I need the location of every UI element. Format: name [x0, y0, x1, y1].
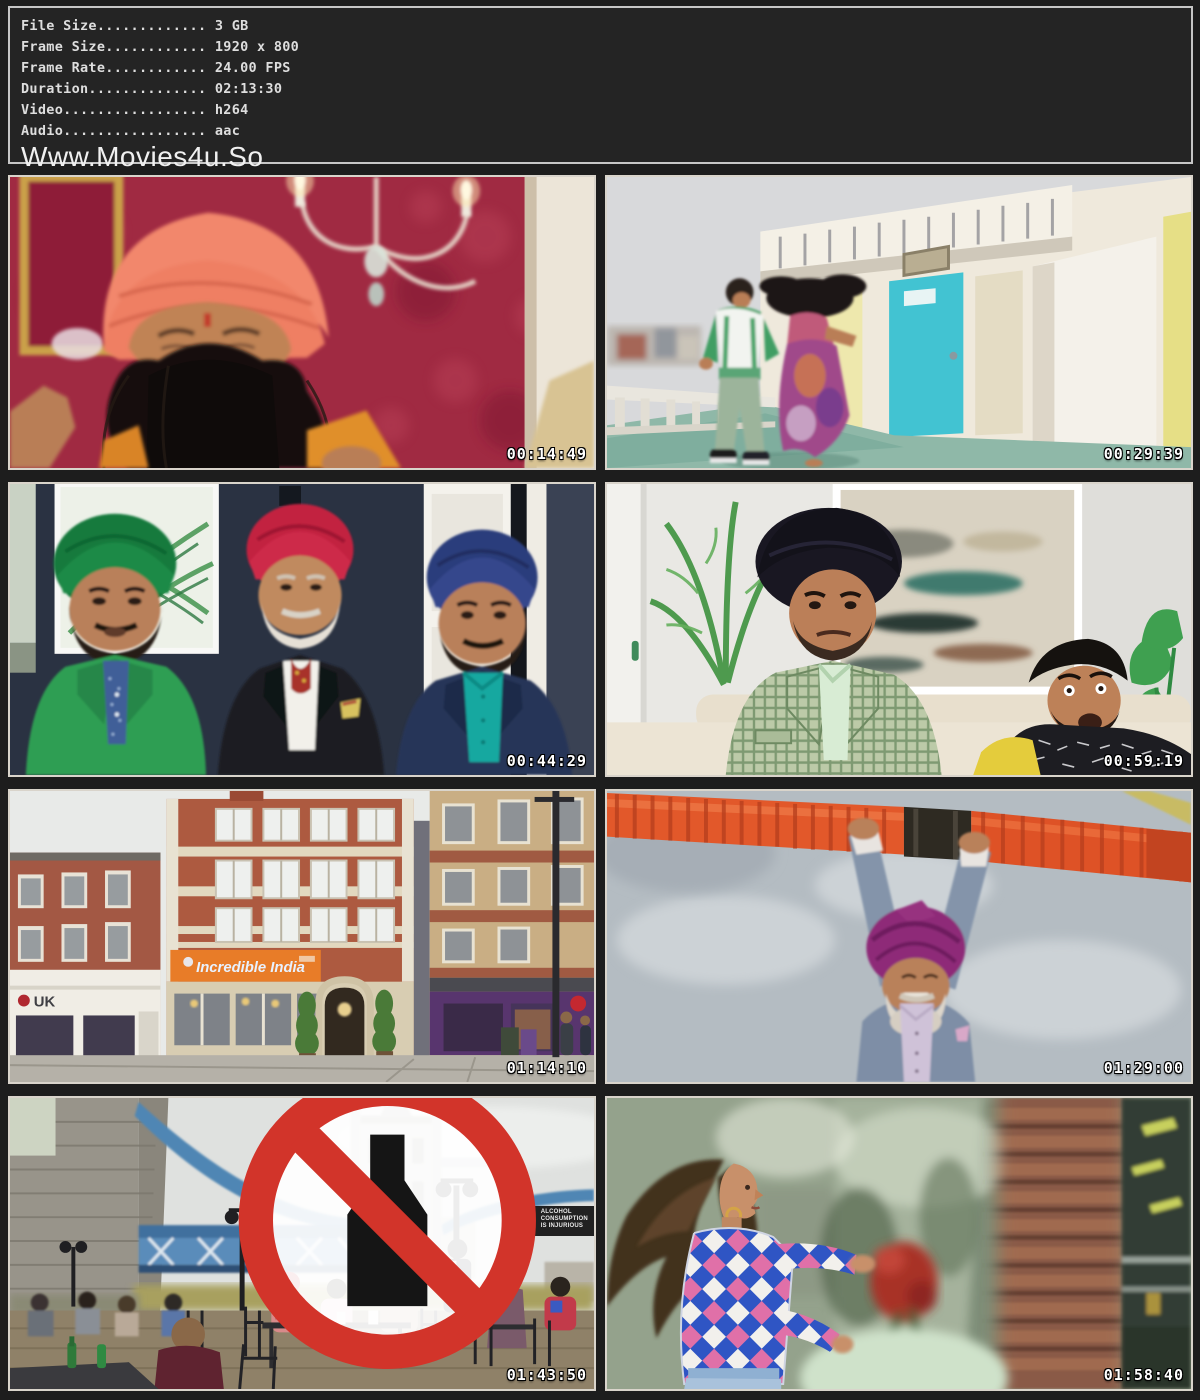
alcohol-warning-overlay: ALCOHOL CONSUMPTION IS INJURIOUS [233, 1096, 594, 1375]
watermark-text: Www.Movies4u.So [21, 142, 1191, 172]
scene-3-illustration [10, 484, 594, 775]
screenshot-4: 00:59:19 [605, 482, 1193, 777]
screenshot-7: ALCOHOL CONSUMPTION IS INJURIOUS 01:43:5… [8, 1096, 596, 1391]
timestamp-overlay: 00:59:19 [1104, 752, 1184, 770]
screenshot-grid: 00:14:49 [8, 175, 1193, 1391]
info-line-audio: Audio................. aac [21, 121, 1191, 142]
timestamp-overlay: 01:58:40 [1104, 1366, 1184, 1384]
screenshot-3: 00:44:29 [8, 482, 596, 777]
media-info-panel: File Size............. 3 GB Frame Size..… [8, 6, 1193, 164]
screenshot-6: 01:29:00 [605, 789, 1193, 1084]
screenshot-8: 01:58:40 [605, 1096, 1193, 1391]
scene-8-illustration [607, 1098, 1191, 1389]
scene-2-illustration [607, 177, 1191, 468]
timestamp-overlay: 00:29:39 [1104, 445, 1184, 463]
uk-sign-text: UK [34, 994, 56, 1010]
scene-5-illustration: UK Incredible India [10, 791, 594, 1082]
scene-1-illustration [10, 177, 594, 468]
info-line-duration: Duration.............. 02:13:30 [21, 79, 1191, 100]
screenshot-2: 00:29:39 [605, 175, 1193, 470]
info-line-frame-rate: Frame Rate............ 24.00 FPS [21, 58, 1191, 79]
info-line-video: Video................. h264 [21, 100, 1191, 121]
restaurant-sign-text: Incredible India [196, 960, 305, 976]
scene-4-illustration [607, 484, 1191, 775]
no-alcohol-icon [233, 1096, 542, 1375]
scene-6-illustration [607, 791, 1191, 1082]
screenshot-1: 00:14:49 [8, 175, 596, 470]
screenshot-5: UK Incredible India [8, 789, 596, 1084]
timestamp-overlay: 00:14:49 [507, 445, 587, 463]
timestamp-overlay: 00:44:29 [507, 752, 587, 770]
timestamp-overlay: 01:14:10 [507, 1059, 587, 1077]
timestamp-overlay: 01:29:00 [1104, 1059, 1184, 1077]
alcohol-warning-text: ALCOHOL CONSUMPTION IS INJURIOUS [535, 1206, 594, 1236]
info-line-frame-size: Frame Size............ 1920 x 800 [21, 37, 1191, 58]
timestamp-overlay: 01:43:50 [507, 1366, 587, 1384]
info-line-file-size: File Size............. 3 GB [21, 16, 1191, 37]
